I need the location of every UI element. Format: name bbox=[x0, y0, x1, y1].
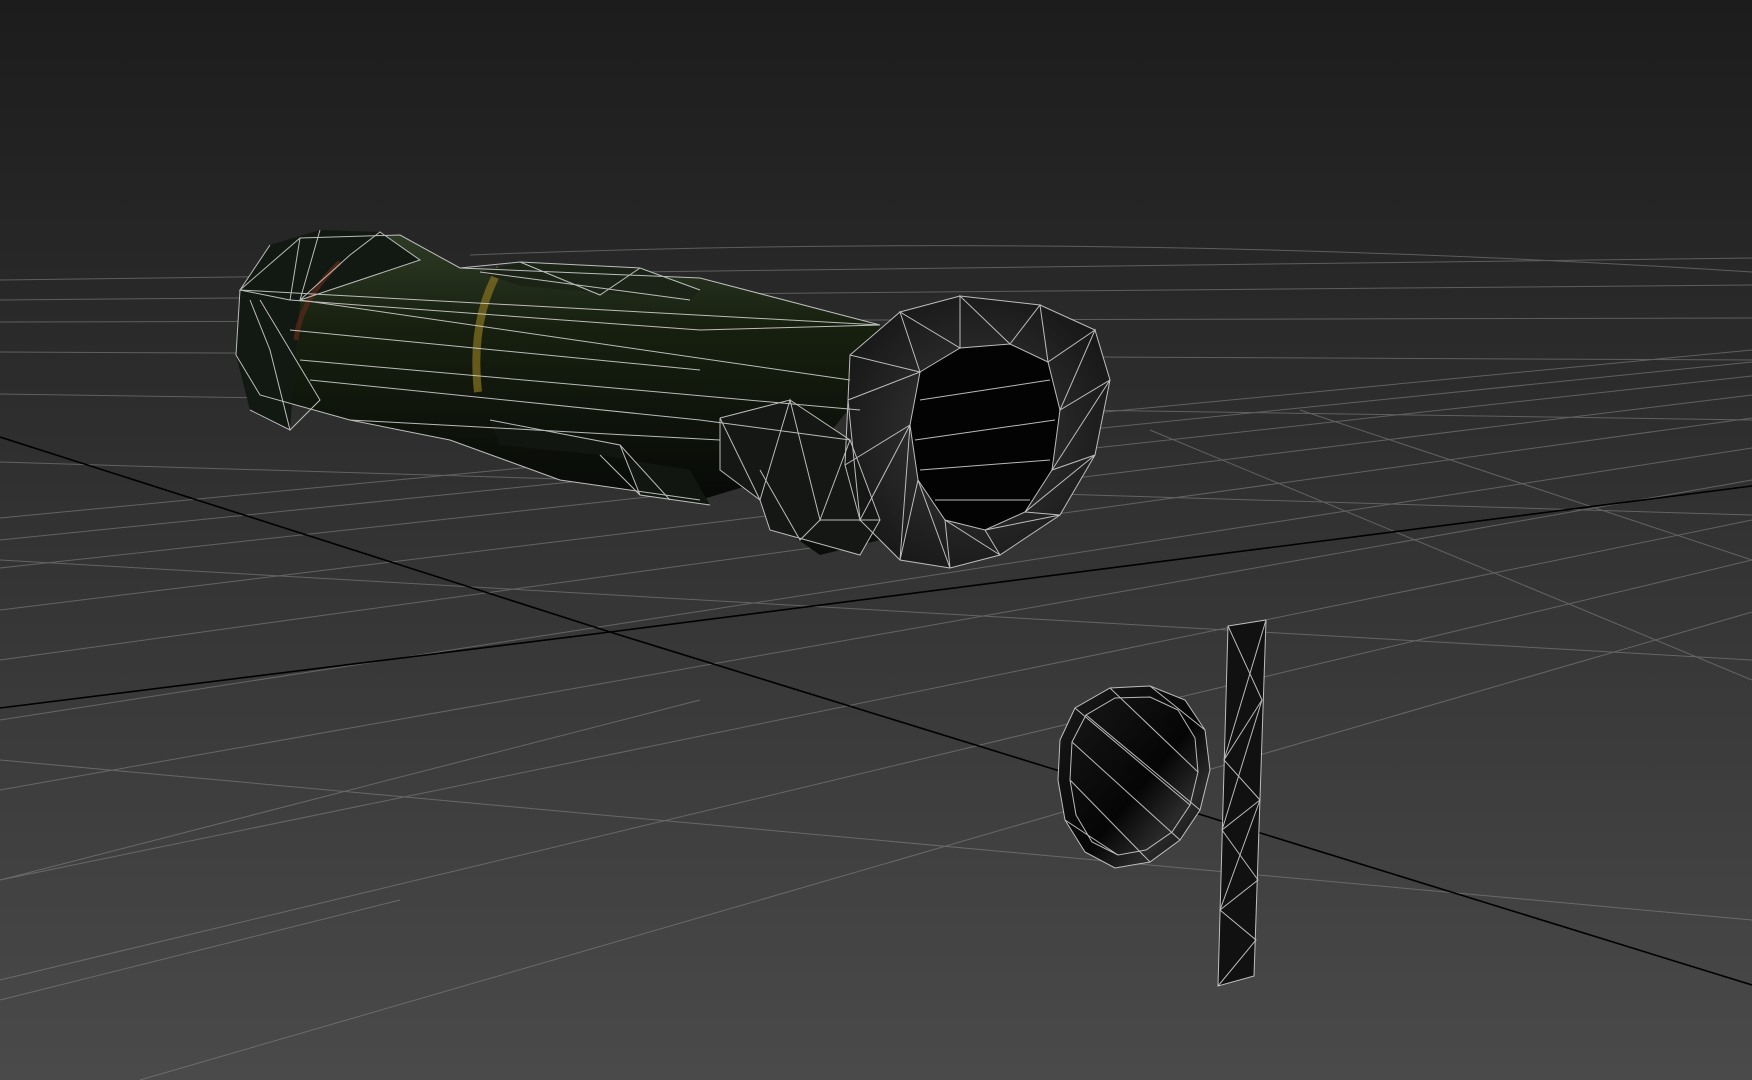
scene-canvas[interactable] bbox=[0, 0, 1752, 1080]
viewport-3d[interactable] bbox=[0, 0, 1752, 1080]
